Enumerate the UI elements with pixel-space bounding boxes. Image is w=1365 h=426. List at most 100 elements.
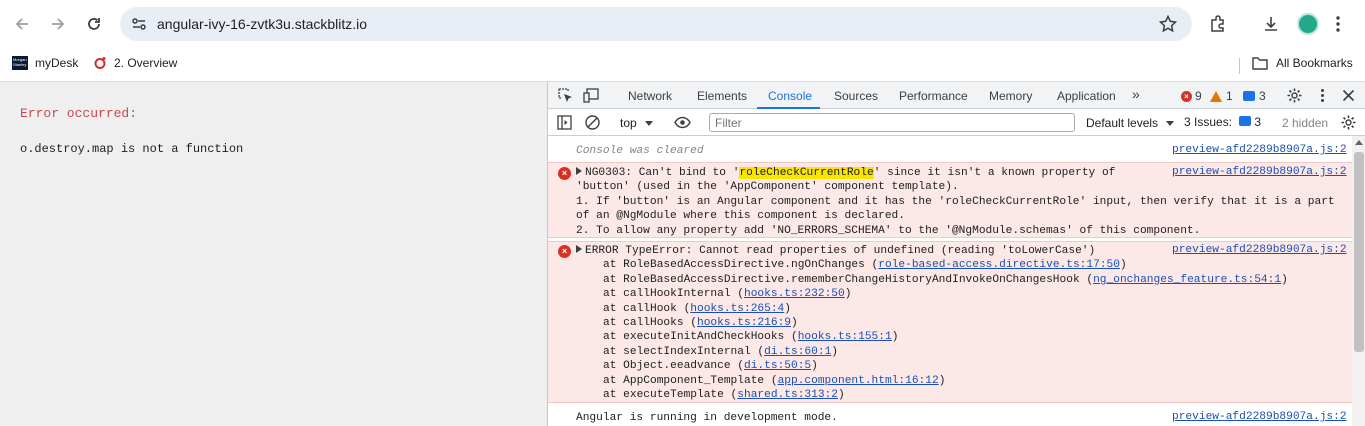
stack-frame-link[interactable]: di.ts:60:1: [764, 346, 831, 358]
bookmark-label: 2. Overview: [114, 56, 178, 70]
error-icon: ×: [558, 245, 571, 258]
console-filter-input[interactable]: [709, 113, 1075, 132]
browser-toolbar: angular-ivy-16-zvtk3u.stackblitz.io: [0, 0, 1365, 48]
reload-button[interactable]: [80, 10, 108, 38]
stack-frame-close: ): [891, 331, 899, 344]
issues-button[interactable]: 3 Issues: 3: [1184, 115, 1261, 129]
tab-memory[interactable]: Memory: [989, 89, 1032, 103]
forward-button[interactable]: [44, 10, 72, 38]
profile-avatar[interactable]: [1297, 13, 1319, 35]
back-button[interactable]: [8, 10, 36, 38]
tab-sources[interactable]: Sources: [834, 89, 878, 103]
inspect-element-icon[interactable]: [557, 87, 574, 104]
log-levels-label: Default levels: [1086, 116, 1159, 130]
live-expression-eye-icon[interactable]: [674, 114, 691, 131]
warning-icon: [1210, 90, 1222, 102]
site-info-icon[interactable]: [130, 15, 148, 33]
downloads-button[interactable]: [1259, 12, 1283, 36]
error-message: o.destroy.map is not a function: [20, 142, 244, 156]
hidden-count: 2 hidden: [1282, 116, 1329, 130]
devtools-panel: Network Elements Console Sources Perform…: [547, 82, 1365, 426]
stack-frame-link[interactable]: app.component.html:16:12: [778, 375, 939, 387]
stack-frame-text: at callHooks (: [603, 317, 697, 329]
error-count: 9: [1195, 89, 1202, 103]
stack-frame-text: at Object.eeadvance (: [603, 360, 744, 373]
source-link[interactable]: preview-afd2289b8907a.js:2: [1172, 144, 1352, 156]
context-selector[interactable]: top: [620, 116, 653, 130]
expand-triangle-icon[interactable]: [576, 245, 582, 253]
console-cleared-text: Console was cleared: [576, 145, 704, 157]
stack-frame-close: ): [1119, 259, 1127, 272]
bookmark-mydesk[interactable]: Morgan Stanley myDesk: [12, 56, 78, 70]
stack-frame-close: ): [938, 374, 946, 387]
message-count-badge[interactable]: 3: [1243, 89, 1266, 103]
stack-frame-close: ): [811, 360, 818, 373]
stack-frame-close: ): [831, 345, 838, 358]
source-link[interactable]: preview-afd2289b8907a.js:2: [1172, 244, 1352, 256]
stack-frame-link[interactable]: hooks.ts:216:9: [697, 317, 791, 329]
stack-frame-link[interactable]: hooks.ts:265:4: [690, 303, 784, 315]
tab-console[interactable]: Console: [768, 89, 812, 103]
error-line-2: 'button' (used in the 'AppComponent' com…: [576, 181, 959, 194]
extensions-button[interactable]: [1206, 12, 1230, 36]
star-icon[interactable]: [1158, 14, 1178, 34]
close-icon[interactable]: [1340, 87, 1357, 104]
error-line-3: 1. If 'button' is an Angular component a…: [576, 195, 1335, 208]
source-link[interactable]: preview-afd2289b8907a.js:2: [1172, 411, 1352, 423]
more-vert-icon[interactable]: [1335, 14, 1341, 34]
stack-frame: at RoleBasedAccessDirective.ngOnChanges …: [603, 258, 1127, 272]
caret-down-icon: [1166, 121, 1175, 126]
device-toolbar-icon[interactable]: [583, 87, 600, 104]
error-head: ERROR TypeError: Cannot read properties …: [585, 245, 1096, 257]
tab-network[interactable]: Network: [628, 89, 672, 103]
tab-application[interactable]: Application: [1057, 89, 1116, 103]
error-count-badge[interactable]: × 9: [1181, 89, 1202, 103]
stack-frame: at callHookInternal (hooks.ts:232:50): [603, 287, 851, 301]
console-settings-gear-icon[interactable]: [1340, 114, 1357, 131]
warning-count: 1: [1226, 89, 1233, 103]
scroll-thumb[interactable]: [1354, 152, 1364, 352]
error-line-5: 2. To allow any property add 'NO_ERRORS_…: [576, 224, 1201, 237]
stack-frame-link[interactable]: role-based-access.directive.ts:17:50: [878, 259, 1120, 271]
warning-count-badge[interactable]: 1: [1210, 89, 1233, 103]
stack-frame: at executeTemplate (shared.ts:313:2): [603, 388, 845, 402]
stack-frame-close: ): [784, 302, 791, 315]
download-icon: [1265, 17, 1277, 31]
stack-frame-text: at RoleBasedAccessDirective.ngOnChanges …: [603, 259, 879, 272]
error-icon: ×: [1181, 90, 1192, 102]
stack-frame-link[interactable]: hooks.ts:232:50: [744, 288, 845, 300]
more-tabs-button[interactable]: »: [1132, 86, 1140, 102]
angular-dev-mode-text: Angular is running in development mode.: [576, 412, 838, 424]
console-filterbar: top Default levels 3 Issues: 3 2 hidden: [548, 109, 1365, 136]
stack-frame-close: ): [791, 317, 798, 329]
settings-gear-icon[interactable]: [1286, 87, 1303, 104]
console-message: Console was cleared preview-afd2289b8907…: [548, 136, 1352, 162]
scroll-up-arrow-icon[interactable]: [1355, 140, 1363, 145]
stack-frame: at selectIndexInternal (di.ts:60:1): [603, 345, 838, 359]
all-bookmarks-button[interactable]: All Bookmarks: [1252, 56, 1353, 70]
bookmark-overview[interactable]: 2. Overview: [93, 56, 177, 70]
address-bar[interactable]: angular-ivy-16-zvtk3u.stackblitz.io: [120, 7, 1192, 41]
stack-frame-link[interactable]: ng_onchanges_feature.ts:54:1: [1093, 274, 1281, 286]
issues-count: 3: [1254, 115, 1262, 129]
error-suffix: ' since it isn't a known property of: [873, 167, 1116, 179]
sidebar-toggle-icon[interactable]: [556, 114, 573, 131]
expand-triangle-icon[interactable]: [576, 167, 582, 175]
stack-frame-link[interactable]: di.ts:50:5: [744, 360, 811, 372]
highlighted-property: roleCheckCurrentRole: [739, 167, 874, 179]
bookmark-label: myDesk: [35, 56, 79, 70]
source-link[interactable]: preview-afd2289b8907a.js:2: [1172, 166, 1352, 178]
log-levels-dropdown[interactable]: Default levels: [1086, 116, 1175, 130]
stack-frame-link[interactable]: shared.ts:313:2: [737, 389, 838, 401]
error-line-1: NG0303: Can't bind to 'roleCheckCurrentR…: [576, 166, 1115, 180]
tab-performance[interactable]: Performance: [899, 89, 968, 103]
console-message: Angular is running in development mode. …: [548, 403, 1352, 426]
stack-frame-text: at callHook (: [603, 302, 691, 315]
error-icon: ×: [558, 167, 571, 180]
clear-console-icon[interactable]: [584, 114, 601, 131]
console-scrollbar[interactable]: [1352, 136, 1365, 426]
stack-frame-link[interactable]: hooks.ts:155:1: [798, 331, 892, 343]
tab-elements[interactable]: Elements: [697, 89, 747, 103]
more-vert-icon[interactable]: [1314, 87, 1331, 104]
folder-icon: [1252, 57, 1268, 70]
